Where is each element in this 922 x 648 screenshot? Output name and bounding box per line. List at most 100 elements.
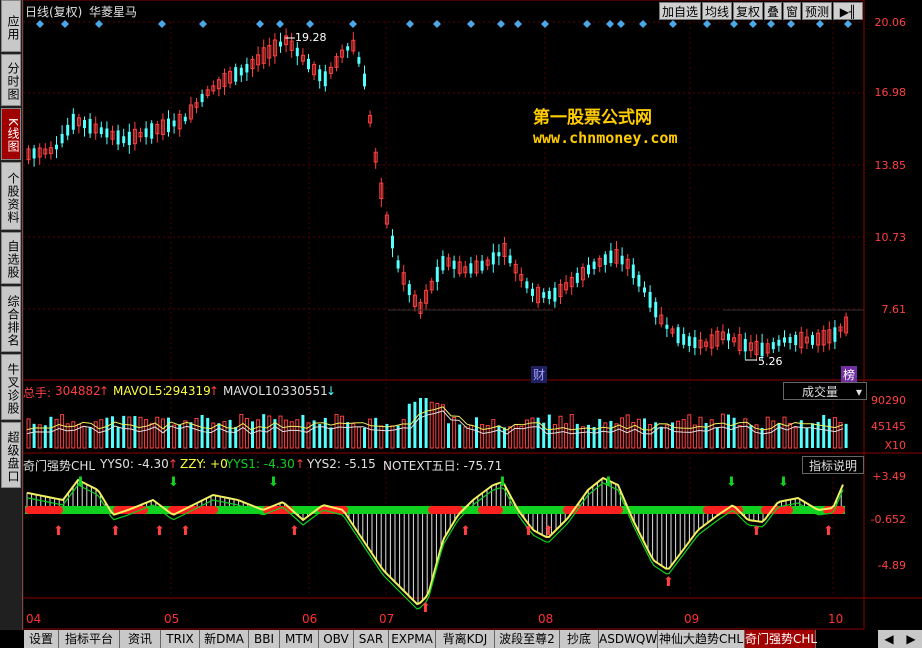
candle-body (150, 123, 154, 139)
ma-button[interactable]: 均线 (702, 2, 732, 20)
tab-6[interactable]: MTM (280, 630, 319, 648)
volume-bar (194, 417, 199, 449)
up-arrow-icon: ↑ (295, 457, 306, 471)
down-arrow-icon: ⬇ (75, 475, 86, 490)
volume-bar (475, 417, 478, 448)
candle-body (811, 335, 814, 345)
up-arrow-icon: ⬆ (460, 524, 471, 539)
candle-body (318, 69, 322, 82)
event-diamond-icon (158, 20, 166, 28)
tab-2[interactable]: 资讯 (120, 630, 161, 648)
mavol10-label: MAVOL10: (223, 384, 285, 398)
time-tick: 07 (379, 612, 395, 626)
candle-body (603, 254, 607, 265)
tab-scroll-right-icon[interactable]: ▶ (900, 630, 922, 648)
volume-bar (676, 420, 681, 449)
volume-bar (720, 413, 725, 449)
time-tick: 08 (538, 612, 554, 626)
candle-body (167, 118, 170, 133)
up-arrow-icon: ↑ (209, 384, 220, 398)
up-arrow-icon: ⬆ (751, 524, 762, 539)
volume-bar (811, 423, 814, 448)
indicator-tick: -4.89 (877, 559, 906, 572)
event-diamond-icon (467, 20, 475, 28)
sidebar-item-5[interactable]: 综合排名 (1, 286, 21, 352)
yys1-value: YYS1: -4.30 (226, 457, 295, 471)
volume-bar (419, 398, 422, 448)
event-diamond-icon (844, 20, 852, 28)
volume-bar (43, 425, 47, 448)
event-diamond-icon (583, 20, 591, 28)
tab-5[interactable]: BBI (249, 630, 280, 648)
tab-0[interactable]: 设置 (24, 630, 59, 648)
zzy-value: ZZY: +0 (180, 457, 228, 471)
volume-bar (239, 413, 244, 449)
left-sidebar: 应用 分时图 K线图 个股资料 自选股 综合排名 牛叉诊股 超级盘口 (0, 0, 23, 630)
up-arrow-icon: ⬆ (53, 524, 64, 539)
high-price-label: 19.28 (295, 31, 327, 44)
restore-button[interactable]: 复权 (733, 2, 763, 20)
event-diamond-icon (730, 20, 738, 28)
price-tick: 10.73 (874, 231, 907, 244)
candle-body (480, 260, 484, 271)
tab-14[interactable]: 神仙大趋势CHL (658, 630, 745, 648)
forecast-button[interactable]: 预测 (802, 2, 832, 20)
watermark-title: 第一股票公式网 (533, 108, 652, 128)
window-button[interactable]: 窗 (783, 2, 801, 20)
sidebar-item-3[interactable]: 个股资料 (1, 162, 21, 230)
candle-body (592, 261, 596, 270)
tab-10[interactable]: 背离KDJ (436, 630, 495, 648)
volume-bar (144, 419, 149, 449)
candle-body (295, 47, 299, 57)
sidebar-item-6[interactable]: 牛叉诊股 (1, 354, 21, 420)
candle-body (32, 148, 36, 159)
volume-bar (822, 415, 826, 448)
candle-body (183, 116, 187, 122)
tab-7[interactable]: OBV (319, 630, 354, 648)
volume-bar (356, 426, 361, 449)
volume-bar (256, 419, 261, 449)
tab-13[interactable]: ASDWQW (599, 630, 658, 648)
candle-body (665, 324, 669, 329)
volume-bar (727, 414, 730, 448)
selector-label: 成交量 (802, 385, 839, 399)
candle-body (122, 136, 126, 144)
volume-bar (580, 426, 585, 449)
add-watch-button[interactable]: 加自选 (659, 2, 701, 20)
indicator-selector[interactable]: 成交量 ▾ (783, 382, 867, 400)
tab-8[interactable]: SAR (354, 630, 389, 648)
rank-badge[interactable]: 榜 (841, 366, 858, 383)
kline-chart-canvas[interactable]: ⬇ ⬇ ⬇ ⬇ ⬇ ⬇ ⬇ ⬆ ⬆ ⬆ ⬆ ⬆ ⬆ ⬆ ⬆ ⬆ ⬆ ⬆ ⬆ (23, 0, 922, 630)
sidebar-item-7[interactable]: 超级盘口 (1, 422, 21, 488)
sidebar-item-1[interactable]: 分时图 (1, 54, 21, 106)
price-tick: 20.06 (874, 16, 907, 29)
volume-bar (289, 421, 294, 449)
sidebar-item-0[interactable]: 应用 (1, 0, 21, 52)
overlay-button[interactable]: 叠 (764, 2, 782, 20)
volume-bar (575, 423, 579, 448)
tab-1[interactable]: 指标平台 (59, 630, 120, 648)
time-tick: 10 (828, 612, 844, 626)
tab-12[interactable]: 抄底 (560, 630, 599, 648)
event-diamond-icon (617, 20, 625, 28)
tab-11[interactable]: 波段至尊2 (495, 630, 560, 648)
chart-area[interactable]: ⬇ ⬇ ⬇ ⬇ ⬇ ⬇ ⬇ ⬆ ⬆ ⬆ ⬆ ⬆ ⬆ ⬆ ⬆ ⬆ ⬆ ⬆ ⬆ 日线(复权) 华菱星马 加自选 均线 复… (23, 0, 922, 630)
volume-bar (385, 423, 389, 448)
tab-scroll-left-icon[interactable]: ◀ (878, 630, 901, 648)
tab-4[interactable]: 新DMA (200, 630, 249, 648)
price-tick: 16.98 (874, 86, 907, 99)
event-diamond-icon (514, 20, 522, 28)
event-diamond-icon (541, 20, 549, 28)
indicator-help-button[interactable]: 指标说明 (802, 456, 864, 474)
candle-body (687, 336, 691, 347)
tab-15[interactable]: 奇门强势CHL (745, 630, 817, 648)
volume-bar (318, 423, 322, 448)
sidebar-item-4[interactable]: 自选股 (1, 232, 21, 284)
finance-badge[interactable]: 财 (531, 366, 548, 383)
candle-body (127, 131, 131, 145)
tab-3[interactable]: TRIX (161, 630, 200, 648)
candle-body (491, 252, 495, 265)
tab-9[interactable]: EXPMA (389, 630, 436, 648)
sidebar-item-2[interactable]: K线图 (1, 108, 21, 160)
candle-body (346, 46, 350, 51)
